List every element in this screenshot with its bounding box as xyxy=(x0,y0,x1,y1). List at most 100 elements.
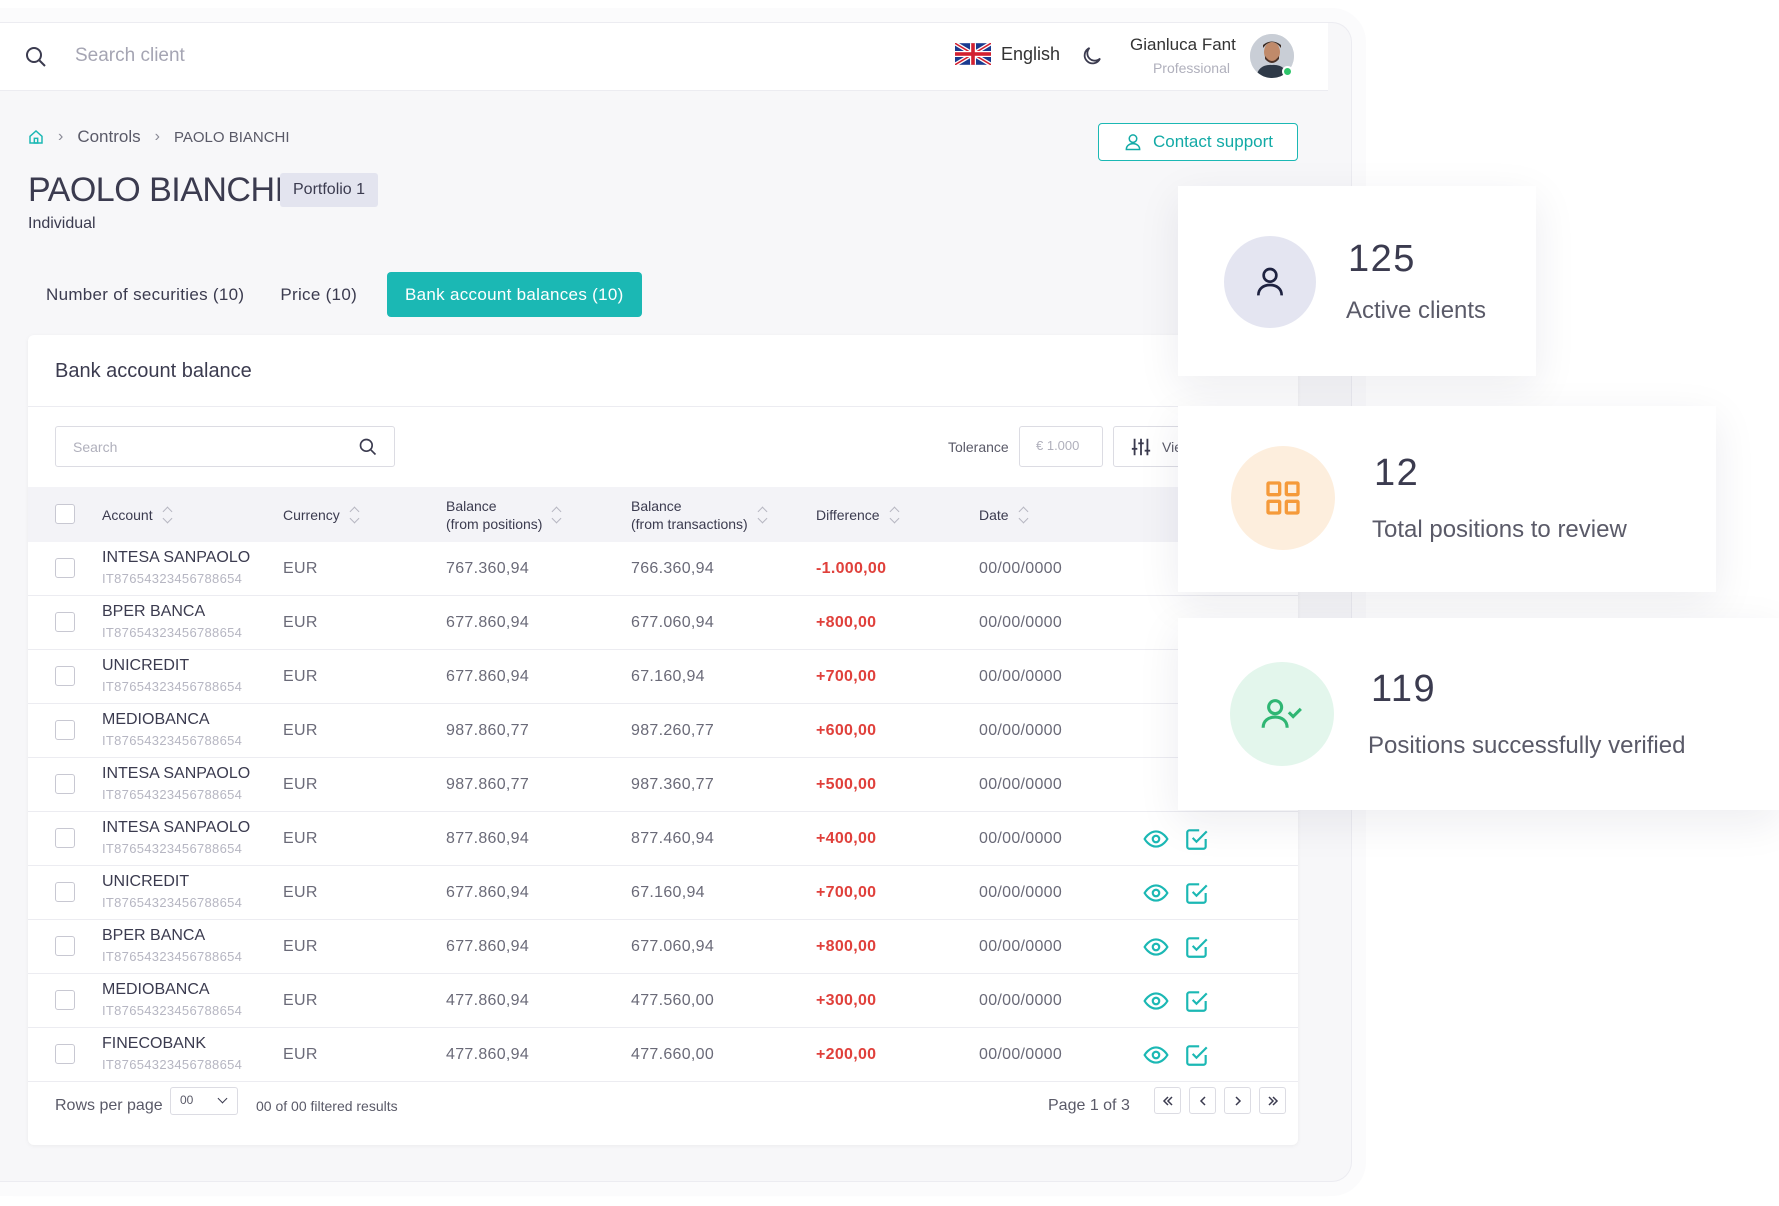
column-difference[interactable]: Difference xyxy=(816,505,900,525)
tolerance-input[interactable]: € 1.000 xyxy=(1019,426,1103,467)
row-checkbox[interactable] xyxy=(55,1044,75,1064)
table-row[interactable]: INTESA SANPAOLO IT87654323456788654 EUR 767… xyxy=(28,542,1298,596)
tab-price[interactable]: Price (10) xyxy=(262,272,375,317)
search-icon xyxy=(359,438,377,456)
row-checkbox[interactable] xyxy=(55,882,75,902)
language-selector[interactable]: English xyxy=(955,43,1060,65)
stat-card-positions-verified: 119 Positions successfully verified xyxy=(1178,618,1779,810)
table-row[interactable]: MEDIOBANCA IT87654323456788654 EUR 477.860,… xyxy=(28,974,1298,1028)
stat-icon-circle xyxy=(1224,236,1316,328)
balance-positions-cell: 477.860,94 xyxy=(446,1046,530,1063)
column-balance-transactions-line2: (from transactions) xyxy=(631,516,748,532)
view-eye-icon[interactable] xyxy=(1143,934,1169,960)
row-checkbox[interactable] xyxy=(55,828,75,848)
column-account[interactable]: Account xyxy=(102,505,173,525)
row-checkbox[interactable] xyxy=(55,558,75,578)
account-iban: IT87654323456788654 xyxy=(102,679,243,694)
column-currency[interactable]: Currency xyxy=(283,505,360,525)
view-eye-icon[interactable] xyxy=(1143,826,1169,852)
table-row[interactable]: BPER BANCA IT87654323456788654 EUR 677.860,… xyxy=(28,596,1298,650)
table-row[interactable]: UNICREDIT IT87654323456788654 EUR 677.860,9… xyxy=(28,650,1298,704)
language-label: English xyxy=(1001,43,1061,64)
first-page-button[interactable] xyxy=(1154,1087,1181,1114)
dark-mode-moon-icon[interactable] xyxy=(1080,44,1104,68)
account-name: INTESA SANPAOLO xyxy=(102,549,251,566)
currency-cell: EUR xyxy=(283,830,318,847)
account-iban: IT87654323456788654 xyxy=(102,841,243,856)
user-icon xyxy=(1257,267,1283,296)
chevron-right-icon: › xyxy=(58,128,64,145)
account-name: INTESA SANPAOLO xyxy=(102,765,251,782)
breadcrumb-controls[interactable]: Controls xyxy=(77,127,140,147)
sliders-icon xyxy=(1131,438,1151,455)
difference-cell: -1.000,00 xyxy=(816,560,887,577)
approve-check-icon[interactable] xyxy=(1184,826,1210,852)
stat-icon-circle xyxy=(1230,662,1334,766)
table-row[interactable]: BPER BANCA IT87654323456788654 EUR 677.860,… xyxy=(28,920,1298,974)
approve-check-icon[interactable] xyxy=(1184,988,1210,1014)
view-eye-icon[interactable] xyxy=(1143,880,1169,906)
balance-positions-cell: 677.860,94 xyxy=(446,668,530,685)
next-page-button[interactable] xyxy=(1224,1087,1251,1114)
tolerance-label: Tolerance xyxy=(948,439,1009,455)
column-date-label: Date xyxy=(979,507,1009,523)
approve-check-icon[interactable] xyxy=(1184,880,1210,906)
sort-icon[interactable] xyxy=(1019,505,1029,525)
portfolio-badge: Portfolio 1 xyxy=(280,173,379,207)
client-search-input[interactable]: Search client xyxy=(75,45,185,67)
table-row[interactable]: UNICREDIT IT87654323456788654 EUR 677.860,9… xyxy=(28,866,1298,920)
previous-page-button[interactable] xyxy=(1189,1087,1216,1114)
row-checkbox[interactable] xyxy=(55,990,75,1010)
chevrons-right-icon xyxy=(1267,1095,1278,1106)
account-name: BPER BANCA xyxy=(102,603,206,620)
sort-icon[interactable] xyxy=(890,505,900,525)
date-cell: 00/00/0000 xyxy=(979,1046,1063,1063)
column-balance-positions[interactable]: Balance (from positions) xyxy=(446,497,562,533)
contact-support-button[interactable]: Contact support xyxy=(1098,123,1298,161)
contact-support-label: Contact support xyxy=(1152,132,1273,151)
tab-number-of-securities[interactable]: Number of securities (10) xyxy=(28,272,262,317)
user-info[interactable]: Gianluca Fant Professional xyxy=(1130,35,1236,76)
view-eye-icon[interactable] xyxy=(1143,988,1169,1014)
table-search-input[interactable]: Search xyxy=(55,426,395,467)
currency-cell: EUR xyxy=(283,614,318,631)
table-row[interactable]: INTESA SANPAOLO IT87654323456788654 EUR 877… xyxy=(28,812,1298,866)
row-checkbox[interactable] xyxy=(55,774,75,794)
account-iban: IT87654323456788654 xyxy=(102,733,243,748)
view-eye-icon[interactable] xyxy=(1143,1042,1169,1068)
tab-bank-account-balances[interactable]: Bank account balances (10) xyxy=(387,272,642,317)
sort-icon[interactable] xyxy=(758,505,768,525)
column-balance-transactions[interactable]: Balance (from transactions) xyxy=(631,497,768,533)
column-date[interactable]: Date xyxy=(979,505,1029,525)
sort-icon[interactable] xyxy=(350,505,360,525)
select-all-checkbox[interactable] xyxy=(55,504,75,524)
difference-cell: +600,00 xyxy=(816,722,877,739)
currency-cell: EUR xyxy=(283,1046,318,1063)
currency-cell: EUR xyxy=(283,560,318,577)
row-checkbox[interactable] xyxy=(55,666,75,686)
column-difference-label: Difference xyxy=(816,507,880,523)
column-account-label: Account xyxy=(102,507,153,523)
balance-positions-cell: 987.860,77 xyxy=(446,722,530,739)
row-checkbox[interactable] xyxy=(55,720,75,740)
results-count: 00 of 00 filtered results xyxy=(256,1098,398,1114)
user-check-icon xyxy=(1261,699,1302,728)
balance-transactions-cell: 67.160,94 xyxy=(631,668,705,685)
approve-check-icon[interactable] xyxy=(1184,934,1210,960)
sort-icon[interactable] xyxy=(163,505,173,525)
sort-icon[interactable] xyxy=(552,505,562,525)
row-checkbox[interactable] xyxy=(55,936,75,956)
table-row[interactable]: MEDIOBANCA IT87654323456788654 EUR 987.860,… xyxy=(28,704,1298,758)
stat-card-positions-to-review: 12 Total positions to review xyxy=(1178,406,1716,592)
search-icon[interactable] xyxy=(24,45,48,69)
stat-value: 125 xyxy=(1348,238,1416,280)
uk-flag-icon xyxy=(955,43,991,65)
rows-per-page-select[interactable]: 00 xyxy=(170,1087,238,1115)
home-icon[interactable] xyxy=(28,129,44,145)
approve-check-icon[interactable] xyxy=(1184,1042,1210,1068)
table-row[interactable]: INTESA SANPAOLO IT87654323456788654 EUR 987… xyxy=(28,758,1298,812)
last-page-button[interactable] xyxy=(1259,1087,1286,1114)
row-checkbox[interactable] xyxy=(55,612,75,632)
date-cell: 00/00/0000 xyxy=(979,722,1063,739)
account-name: MEDIOBANCA xyxy=(102,711,210,728)
